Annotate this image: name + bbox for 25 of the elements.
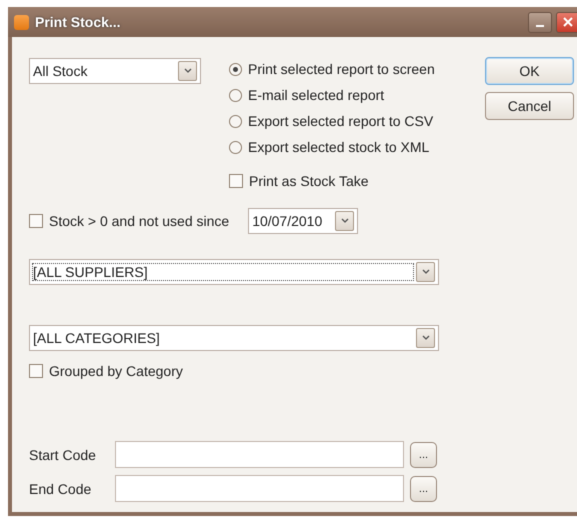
unused-stock-checkbox[interactable]: Stock > 0 and not used since: [29, 208, 230, 234]
window-title: Print Stock...: [35, 14, 121, 30]
radio-option[interactable]: Export selected stock to XML: [229, 134, 435, 160]
close-button[interactable]: [556, 12, 577, 32]
radio-option[interactable]: E-mail selected report: [229, 82, 435, 108]
stock-take-checkbox[interactable]: Print as Stock Take: [229, 168, 435, 194]
date-picker[interactable]: 10/07/2010: [248, 208, 358, 234]
supplier-dropdown[interactable]: [ALL SUPPLIERS]: [29, 259, 439, 285]
browse-button[interactable]: ...: [410, 442, 437, 468]
grouped-checkbox[interactable]: Grouped by Category: [29, 358, 577, 384]
category-dropdown[interactable]: [ALL CATEGORIES]: [29, 325, 439, 351]
browse-button[interactable]: ...: [410, 476, 437, 502]
code-input-field[interactable]: [115, 441, 404, 468]
cancel-button[interactable]: Cancel: [485, 92, 574, 120]
ok-button[interactable]: OK: [485, 57, 574, 85]
radio-option[interactable]: Export selected report to CSV: [229, 108, 435, 134]
field-label: Start Code: [29, 446, 97, 462]
radio-option[interactable]: Print selected report to screen: [229, 56, 435, 82]
minimize-button[interactable]: [528, 12, 552, 32]
code-input-field[interactable]: [115, 475, 404, 502]
minimize-icon: [536, 25, 544, 27]
report-type-dropdown[interactable]: All Stock: [29, 58, 201, 84]
app-icon: [14, 14, 29, 30]
close-icon: [563, 17, 573, 27]
field-label: End Code: [29, 480, 92, 496]
